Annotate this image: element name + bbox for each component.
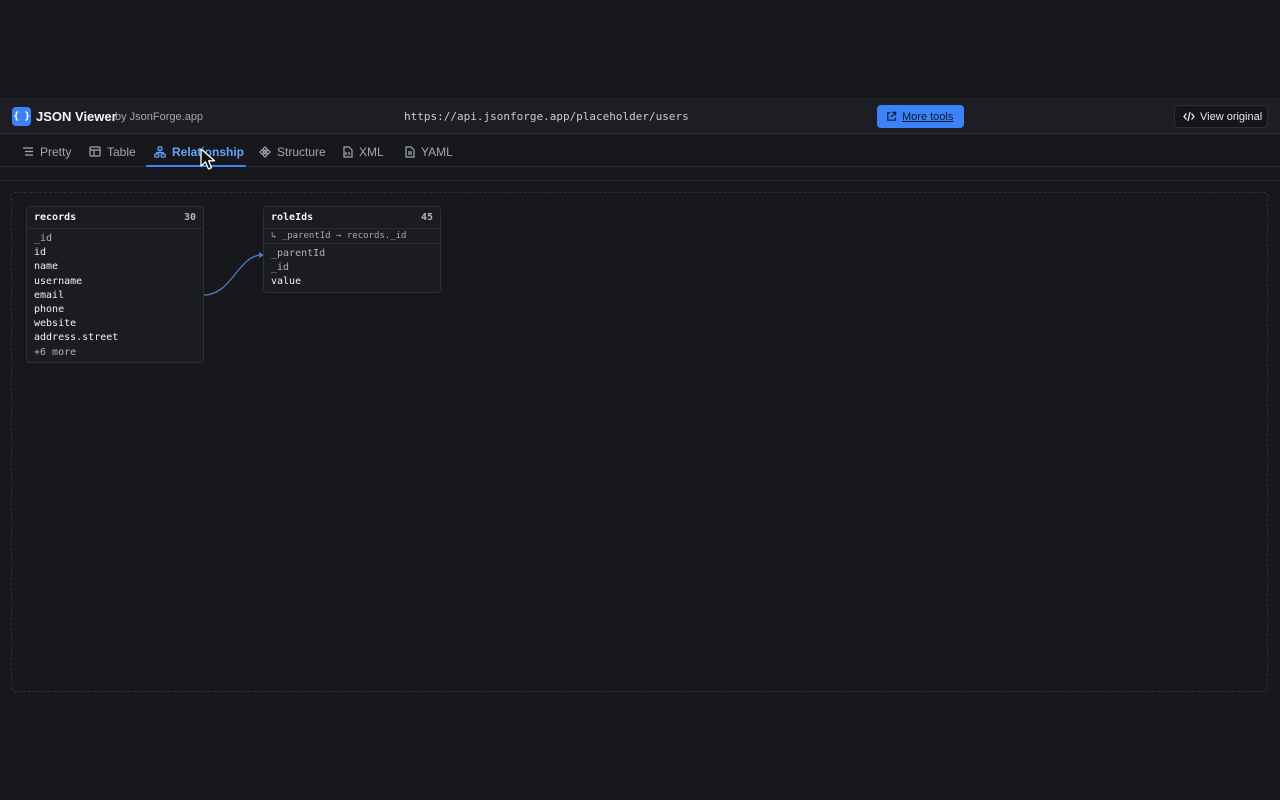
tab-yaml-label: YAML: [421, 144, 453, 159]
table-icon: [89, 146, 101, 157]
view-tabs: Pretty Table Relationship Structure XML …: [0, 136, 1280, 167]
more-tools-label: More tools: [902, 110, 954, 123]
node-roleids[interactable]: roleIds 45 ↳ _parentId → records._id _pa…: [263, 206, 441, 293]
tab-pretty[interactable]: Pretty: [14, 136, 79, 167]
field-item: _parentId: [271, 248, 326, 259]
field-list: _id id name username email phone website…: [27, 229, 203, 362]
document-icon: [405, 145, 415, 158]
app-byline: by JsonForge.app: [115, 111, 204, 123]
tab-structure-label: Structure: [277, 144, 326, 159]
top-bar: { } JSON Viewer by JsonForge.app https:/…: [0, 98, 1280, 134]
app-title: JSON Viewer: [36, 109, 117, 124]
view-original-label: View original: [1200, 110, 1263, 123]
relationship-icon: [154, 145, 166, 158]
field-item: name: [34, 261, 59, 273]
more-fields-link[interactable]: +6 more: [34, 346, 196, 360]
tab-xml-label: XML: [359, 144, 384, 159]
field-item: id: [34, 247, 47, 259]
external-link-icon: [887, 111, 897, 121]
node-title: roleIds: [271, 212, 314, 223]
node-records[interactable]: records 30 _id id name username email ph…: [26, 206, 204, 363]
code-file-icon: [343, 145, 353, 158]
more-tools-button[interactable]: More tools: [877, 105, 964, 128]
tab-xml[interactable]: XML: [334, 136, 392, 167]
node-count: 45: [420, 212, 433, 223]
node-header: records 30: [27, 207, 203, 229]
field-item: _id: [34, 233, 53, 244]
json-viewer-app: { } JSON Viewer by JsonForge.app https:/…: [0, 0, 1280, 800]
divider: [0, 180, 1280, 181]
field-item: website: [34, 318, 77, 330]
field-item: _id: [271, 262, 290, 274]
tab-structure[interactable]: Structure: [251, 136, 334, 167]
structure-icon: [259, 145, 271, 158]
field-item: username: [34, 275, 83, 287]
code-icon: [1183, 111, 1195, 122]
logo-icon: { }: [12, 107, 31, 126]
tab-relationship[interactable]: Relationship: [146, 136, 246, 167]
node-title: records: [34, 212, 77, 223]
list-icon: [23, 147, 33, 156]
node-header: roleIds 45: [264, 207, 440, 229]
field-item: email: [34, 289, 65, 301]
tab-pretty-label: Pretty: [40, 144, 72, 159]
tab-yaml[interactable]: YAML: [396, 136, 461, 167]
tab-table[interactable]: Table: [81, 136, 144, 167]
relation-label: ↳ _parentId → records._id: [264, 229, 440, 244]
field-item: value: [271, 276, 302, 288]
view-original-button[interactable]: View original: [1174, 105, 1268, 128]
field-list: _parentId _id value: [264, 244, 440, 292]
field-item: address.street: [34, 332, 119, 344]
field-item: phone: [34, 303, 65, 315]
node-count: 30: [183, 212, 196, 223]
mouse-cursor-icon: [200, 148, 216, 170]
tab-table-label: Table: [107, 144, 136, 159]
source-url[interactable]: https://api.jsonforge.app/placeholder/us…: [404, 110, 689, 123]
